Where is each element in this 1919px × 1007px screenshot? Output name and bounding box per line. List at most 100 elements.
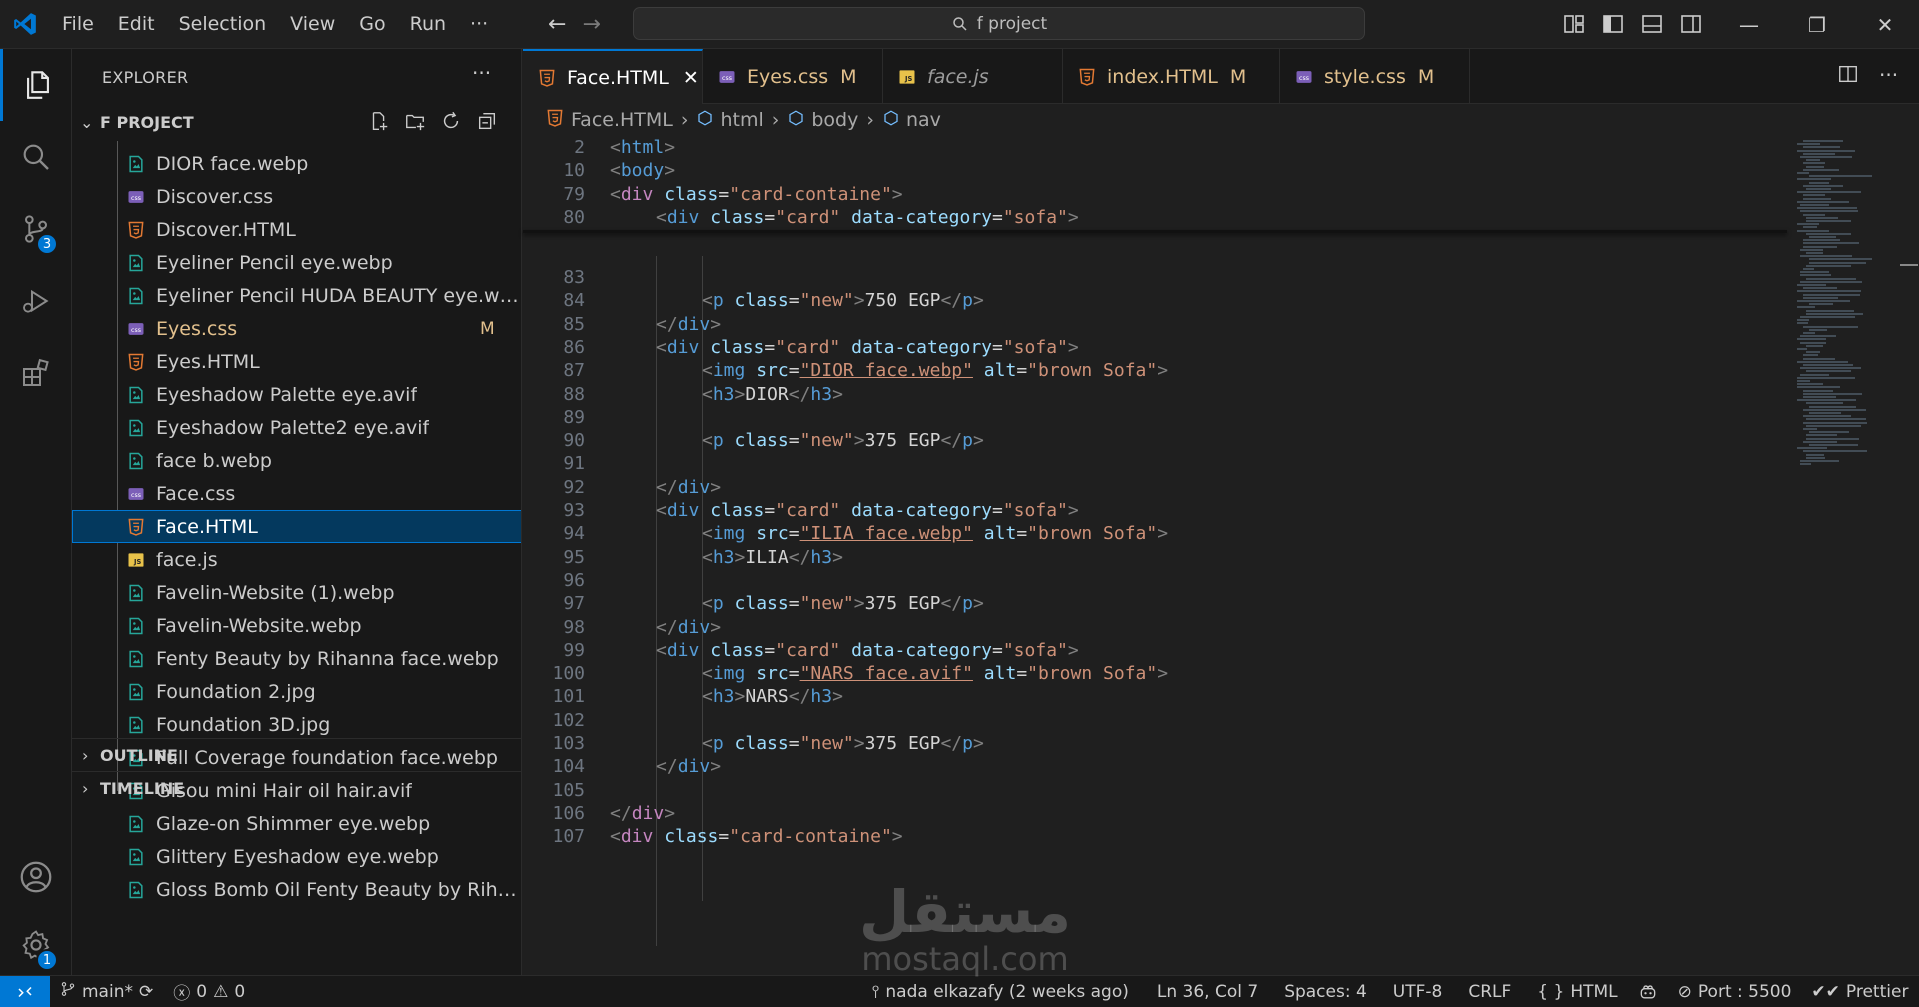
file-item[interactable]: Eyeliner Pencil eye.webp	[72, 246, 521, 279]
code-line[interactable]: 105	[523, 779, 1787, 802]
menu-go[interactable]: Go	[347, 0, 397, 49]
code-line[interactable]: 91	[523, 452, 1787, 475]
code-line[interactable]: 85 </div>	[523, 313, 1787, 336]
language-mode[interactable]: { } HTML	[1527, 982, 1627, 1002]
explorer-icon[interactable]	[0, 49, 72, 121]
breadcrumb-nav[interactable]: nav	[882, 109, 941, 132]
restore-icon[interactable]: ❐	[1783, 0, 1851, 49]
minimap[interactable]	[1793, 136, 1913, 975]
tab-face-html[interactable]: Face.HTML ✕	[523, 49, 703, 104]
search-icon[interactable]	[0, 121, 72, 193]
minimize-icon[interactable]: —	[1715, 0, 1783, 49]
toggle-secondary-sidebar-icon[interactable]	[1679, 12, 1703, 36]
explorer-more-actions[interactable]: ···	[472, 61, 491, 85]
outline-section-header[interactable]: › OUTLINE	[72, 738, 521, 771]
file-item[interactable]: Foundation 2.jpg	[72, 675, 521, 708]
code-line[interactable]: 86 <div class="card" data-category="sofa"…	[523, 336, 1787, 359]
menu-selection[interactable]: Selection	[167, 0, 279, 49]
code-line[interactable]: 89	[523, 406, 1787, 429]
sticky-scroll-line[interactable]: 80 <div class="card" data-category="sofa"…	[523, 205, 1787, 229]
collapse-all-icon[interactable]	[476, 110, 498, 132]
file-item[interactable]: Favelin-Website (1).webp	[72, 576, 521, 609]
timeline-section-header[interactable]: › TIMELINE	[72, 771, 521, 804]
breadcrumb-body[interactable]: body	[787, 109, 858, 132]
file-item[interactable]: Eyeshadow Palette eye.avif	[72, 378, 521, 411]
menu-run[interactable]: Run	[398, 0, 458, 49]
file-item[interactable]: Foundation 3D.jpg	[72, 708, 521, 741]
code-line[interactable]: 107 <div class="card-containe">	[523, 825, 1787, 848]
end-of-line[interactable]: CRLF	[1458, 982, 1521, 1002]
code-line[interactable]: 96	[523, 569, 1787, 592]
extensions-icon[interactable]	[0, 337, 72, 409]
cursor-position[interactable]: Ln 36, Col 7	[1147, 982, 1268, 1002]
file-item[interactable]: Eyeliner Pencil HUDA BEAUTY eye.webp	[72, 279, 521, 312]
prettier-status[interactable]: ✔✔ Prettier	[1801, 982, 1918, 1002]
file-item[interactable]: Eyeshadow Palette2 eye.avif	[72, 411, 521, 444]
menu-view[interactable]: View	[278, 0, 347, 49]
code-line[interactable]: 103 <p class="new">375 EGP</p>	[523, 732, 1787, 755]
code-line[interactable]: 104 </div>	[523, 755, 1787, 778]
code-line[interactable]: 102	[523, 709, 1787, 732]
code-editor[interactable]: 83 84 <p class="new">750 EGP</p> 85 </div> 86…	[523, 136, 1787, 975]
code-line[interactable]: 97 <p class="new">375 EGP</p>	[523, 592, 1787, 615]
sticky-scroll-line[interactable]: 2 <html>	[523, 136, 1787, 159]
code-line[interactable]: 106 </div>	[523, 802, 1787, 825]
tab-eyes-css[interactable]: css Eyes.css M	[703, 49, 883, 104]
file-item[interactable]: Discover.HTML	[72, 213, 521, 246]
close-icon[interactable]: ✕	[683, 67, 699, 89]
code-line[interactable]: 99 <div class="card" data-category="sofa"…	[523, 639, 1787, 662]
code-line[interactable]: 100 <img src="NARS face.avif" alt="brown …	[523, 662, 1787, 685]
file-item[interactable]: Gloss Bomb Oil Fenty Beauty by Rihanna..…	[72, 873, 521, 906]
code-line[interactable]: 83	[523, 266, 1787, 289]
branch-status[interactable]: main* ⟳	[50, 981, 163, 1002]
menu-edit[interactable]: Edit	[106, 0, 167, 49]
file-item[interactable]: css Discover.css	[72, 180, 521, 213]
file-item[interactable]: DIOR face.webp	[72, 147, 521, 180]
file-item[interactable]: Favelin-Website.webp	[72, 609, 521, 642]
new-file-icon[interactable]	[368, 110, 390, 132]
breadcrumb-html[interactable]: html	[696, 109, 764, 132]
code-line[interactable]: 90 <p class="new">375 EGP</p>	[523, 429, 1787, 452]
code-line[interactable]: 93 <div class="card" data-category="sofa"…	[523, 499, 1787, 522]
forward-arrow-icon[interactable]: →	[582, 12, 600, 37]
close-window-icon[interactable]: ✕	[1851, 0, 1919, 49]
file-item[interactable]: Face.HTML	[72, 510, 521, 543]
split-editor-icon[interactable]	[1837, 63, 1859, 90]
copilot-icon[interactable]	[1628, 982, 1668, 1002]
tab-face-js[interactable]: JS face.js	[883, 49, 1063, 104]
refresh-icon[interactable]	[440, 110, 462, 132]
file-item[interactable]: Glittery Eyeshadow eye.webp	[72, 840, 521, 873]
file-item[interactable]: face b.webp	[72, 444, 521, 477]
toggle-primary-sidebar-icon[interactable]	[1601, 12, 1625, 36]
settings-gear-icon[interactable]: 1	[0, 909, 72, 981]
back-arrow-icon[interactable]: ←	[548, 12, 566, 37]
breadcrumb-file[interactable]: Face.HTML	[545, 108, 673, 133]
sticky-scroll-line[interactable]: 10 <body>	[523, 159, 1787, 183]
remote-indicator-icon[interactable]	[0, 975, 50, 1007]
toggle-panel-icon[interactable]	[1640, 12, 1664, 36]
problems-status[interactable]: ⓧ 0 ⚠ 0	[163, 979, 255, 1005]
code-line[interactable]: 87 <img src="DIOR face.webp" alt="brown S…	[523, 359, 1787, 382]
accounts-icon[interactable]	[0, 841, 72, 913]
file-item[interactable]: css Eyes.css M	[72, 312, 521, 345]
code-line[interactable]: 101 <h3>NARS</h3>	[523, 685, 1787, 708]
more-actions-icon[interactable]: ···	[1879, 63, 1898, 90]
run-debug-icon[interactable]	[0, 265, 72, 337]
git-blame-status[interactable]: ⫯ nada elkazafy (2 weeks ago)	[862, 982, 1139, 1002]
menu-file[interactable]: File	[50, 0, 106, 49]
code-line[interactable]: 84 <p class="new">750 EGP</p>	[523, 289, 1787, 312]
file-item[interactable]: JS face.js	[72, 543, 521, 576]
encoding[interactable]: UTF-8	[1383, 982, 1453, 1002]
file-item[interactable]: css Face.css	[72, 477, 521, 510]
code-line[interactable]: 94 <img src="ILIA face.webp" alt="brown S…	[523, 522, 1787, 545]
file-item[interactable]: Eyes.HTML	[72, 345, 521, 378]
new-folder-icon[interactable]	[404, 110, 426, 132]
folder-section-header[interactable]: ⌄ F PROJECT	[72, 106, 521, 139]
live-server-port[interactable]: ⊘ Port : 5500	[1668, 982, 1802, 1002]
file-item[interactable]: Glaze-on Shimmer eye.webp	[72, 807, 521, 840]
sticky-scroll-line[interactable]: 79 <div class="card-containe">	[523, 182, 1787, 206]
tab-index-html[interactable]: index.HTML M	[1063, 49, 1280, 104]
file-item[interactable]: Fenty Beauty by Rihanna face.webp	[72, 642, 521, 675]
tab-style-css[interactable]: css style.css M	[1280, 49, 1470, 104]
code-line[interactable]: 88 <h3>DIOR</h3>	[523, 383, 1787, 406]
